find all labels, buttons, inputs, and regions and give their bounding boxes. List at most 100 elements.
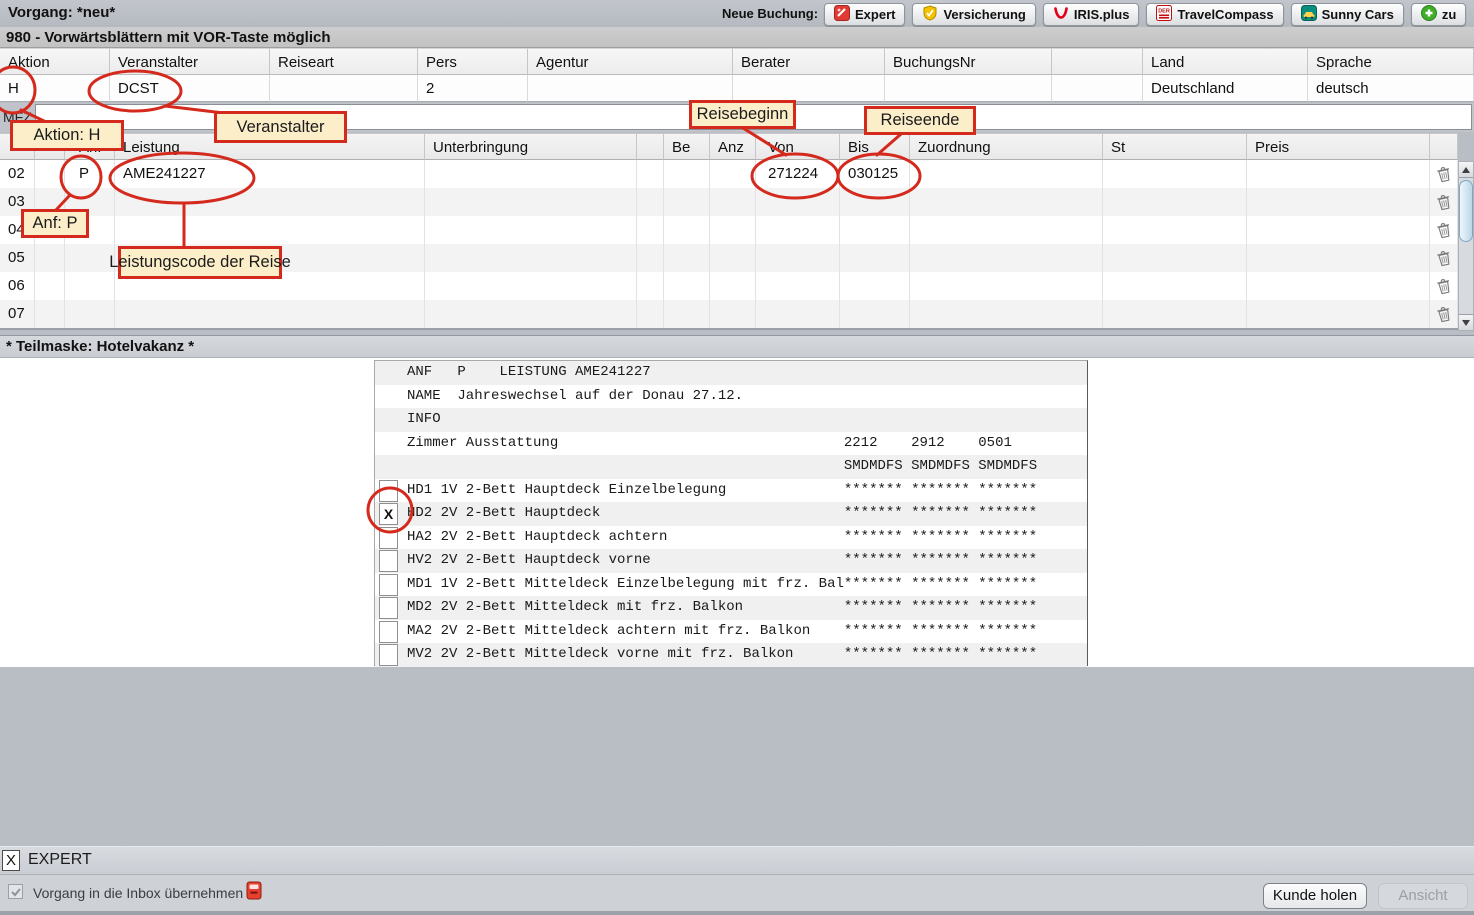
cell-anf[interactable] xyxy=(65,244,115,272)
room-checkbox-hd2[interactable]: X xyxy=(379,503,398,525)
cell-be[interactable] xyxy=(664,244,710,272)
delete-row-button[interactable] xyxy=(1430,160,1458,188)
cell-anf[interactable] xyxy=(65,272,115,300)
room-checkbox-hd1[interactable] xyxy=(379,480,398,502)
cell-be[interactable] xyxy=(664,300,710,328)
cell-leistung[interactable] xyxy=(115,244,425,272)
field-buchungsnr[interactable] xyxy=(885,75,1052,102)
scroll-down-button[interactable] xyxy=(1459,314,1473,330)
cell-leistung[interactable] xyxy=(115,300,425,328)
cell-anz[interactable] xyxy=(710,216,756,244)
cell-st[interactable] xyxy=(1103,300,1247,328)
cell-leistung[interactable]: AME241227 xyxy=(115,160,425,188)
cell-anf[interactable] xyxy=(65,188,115,216)
delete-row-button[interactable] xyxy=(1430,188,1458,216)
field-reiseart[interactable] xyxy=(270,75,418,102)
cell-unterbringung[interactable] xyxy=(425,300,637,328)
cell-anf[interactable]: P xyxy=(65,160,115,188)
delete-row-button[interactable] xyxy=(1430,272,1458,300)
cell-unterbringung[interactable] xyxy=(425,160,637,188)
field-sprache[interactable]: deutsch xyxy=(1308,75,1474,102)
cell-mark[interactable] xyxy=(35,160,65,188)
room-checkbox-md1[interactable] xyxy=(379,574,398,596)
cell-be[interactable] xyxy=(664,188,710,216)
cell-unterbringung[interactable] xyxy=(425,272,637,300)
expert-flag-input[interactable]: X xyxy=(2,850,20,871)
cell-st[interactable] xyxy=(1103,216,1247,244)
cell-von[interactable] xyxy=(756,216,840,244)
cell-st[interactable] xyxy=(1103,188,1247,216)
cell-anz[interactable] xyxy=(710,272,756,300)
cell-be[interactable] xyxy=(664,272,710,300)
field-land[interactable]: Deutschland xyxy=(1143,75,1308,102)
cell-von[interactable] xyxy=(756,244,840,272)
cell-bis[interactable] xyxy=(840,216,910,244)
mfz-input[interactable] xyxy=(35,104,1472,130)
cell-anz[interactable] xyxy=(710,160,756,188)
delete-row-button[interactable] xyxy=(1430,244,1458,272)
versicherung-button[interactable]: Versicherung xyxy=(912,3,1035,26)
zu-button[interactable]: zu xyxy=(1411,3,1466,26)
cell-zuordnung[interactable] xyxy=(910,300,1103,328)
room-checkbox-ha2[interactable] xyxy=(379,527,398,549)
cell-von[interactable] xyxy=(756,300,840,328)
travelcompass-button[interactable]: DER TravelCompass xyxy=(1146,3,1283,26)
scrollbar-thumb[interactable] xyxy=(1459,180,1473,242)
grid-scrollbar[interactable] xyxy=(1458,161,1474,331)
cell-leistung[interactable] xyxy=(115,188,425,216)
field-aktion[interactable]: H xyxy=(0,75,110,102)
cell-von[interactable] xyxy=(756,188,840,216)
cell-preis[interactable] xyxy=(1247,216,1430,244)
iris-plus-button[interactable]: IRIS.plus xyxy=(1043,3,1140,26)
cell-leistung[interactable] xyxy=(115,272,425,300)
cell-preis[interactable] xyxy=(1247,244,1430,272)
cell-anf[interactable] xyxy=(65,300,115,328)
delete-row-button[interactable] xyxy=(1430,216,1458,244)
cell-bis[interactable]: 030125 xyxy=(840,160,910,188)
cell-st[interactable] xyxy=(1103,244,1247,272)
field-veranstalter[interactable]: DCST xyxy=(110,75,270,102)
cell-bis[interactable] xyxy=(840,300,910,328)
cell-bis[interactable] xyxy=(840,272,910,300)
cell-von[interactable] xyxy=(756,272,840,300)
cell-st[interactable] xyxy=(1103,272,1247,300)
cell-zuordnung[interactable] xyxy=(910,272,1103,300)
cell-st[interactable] xyxy=(1103,160,1247,188)
cell-be[interactable] xyxy=(664,216,710,244)
cell-mark[interactable] xyxy=(35,216,65,244)
expert-button[interactable]: Expert xyxy=(824,3,905,26)
cell-anf[interactable] xyxy=(65,216,115,244)
cell-zuordnung[interactable] xyxy=(910,244,1103,272)
cell-mark[interactable] xyxy=(35,272,65,300)
cell-zuordnung[interactable] xyxy=(910,160,1103,188)
cell-anz[interactable] xyxy=(710,188,756,216)
cell-zuordnung[interactable] xyxy=(910,188,1103,216)
delete-row-button[interactable] xyxy=(1430,300,1458,328)
cell-preis[interactable] xyxy=(1247,300,1430,328)
room-checkbox-md2[interactable] xyxy=(379,597,398,619)
field-pers[interactable]: 2 xyxy=(418,75,528,102)
cell-von[interactable]: 271224 xyxy=(756,160,840,188)
field-berater[interactable] xyxy=(733,75,885,102)
room-checkbox-hv2[interactable] xyxy=(379,550,398,572)
kunde-holen-button[interactable]: Kunde holen xyxy=(1263,883,1367,909)
cell-leistung[interactable] xyxy=(115,216,425,244)
cell-anz[interactable] xyxy=(710,244,756,272)
cell-unterbringung[interactable] xyxy=(425,188,637,216)
room-checkbox-ma2[interactable] xyxy=(379,621,398,643)
cell-preis[interactable] xyxy=(1247,160,1430,188)
sunny-cars-button[interactable]: Sunny Cars xyxy=(1291,3,1404,26)
cell-mark[interactable] xyxy=(35,300,65,328)
field-agentur[interactable] xyxy=(528,75,733,102)
cell-unterbringung[interactable] xyxy=(425,244,637,272)
cell-preis[interactable] xyxy=(1247,272,1430,300)
ansicht-button[interactable]: Ansicht xyxy=(1378,883,1468,909)
cell-preis[interactable] xyxy=(1247,188,1430,216)
inbox-checkbox[interactable] xyxy=(8,884,23,899)
cell-bis[interactable] xyxy=(840,188,910,216)
cell-mark[interactable] xyxy=(35,188,65,216)
scroll-up-button[interactable] xyxy=(1459,162,1473,178)
cell-bis[interactable] xyxy=(840,244,910,272)
cell-zuordnung[interactable] xyxy=(910,216,1103,244)
room-checkbox-mv2[interactable] xyxy=(379,644,398,666)
